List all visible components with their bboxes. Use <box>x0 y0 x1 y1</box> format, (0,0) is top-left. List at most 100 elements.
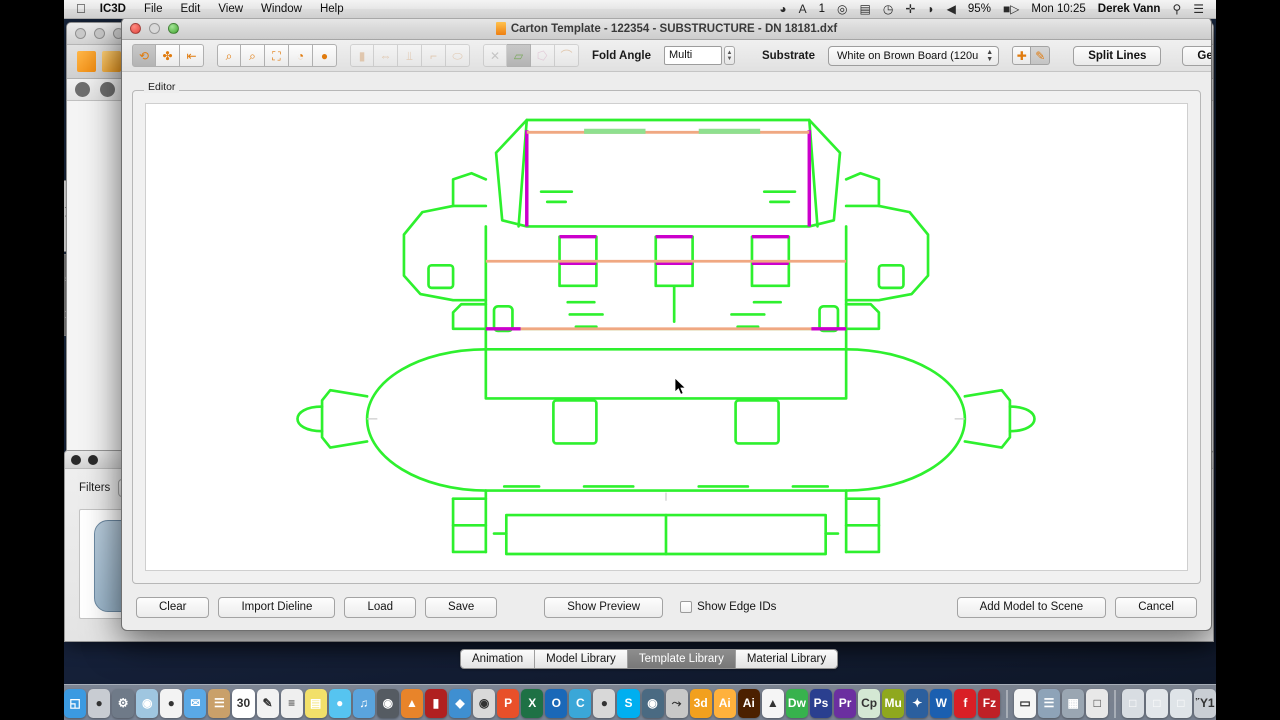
itunes-icon[interactable]: ♫ <box>352 689 375 718</box>
flash-icon[interactable]: f <box>954 689 977 718</box>
menu-item-window[interactable]: Window <box>252 0 311 18</box>
calendar-icon[interactable]: 30 <box>232 689 255 718</box>
filezilla-icon[interactable]: Fz <box>978 689 1001 718</box>
creative-cloud-icon[interactable]: ✦ <box>906 689 929 718</box>
zoom-out-icon[interactable]: ⌕ <box>241 44 265 67</box>
fold-angle-stepper[interactable]: ▲ ▼ <box>723 46 735 65</box>
prezi-icon[interactable]: P <box>497 689 520 718</box>
dieline-canvas[interactable] <box>145 103 1188 571</box>
dropbox-app-icon[interactable]: ◆ <box>449 689 472 718</box>
glue-flap-icon[interactable]: ⭔ <box>531 44 555 67</box>
window-thumb-4-icon[interactable]: □ <box>1169 689 1192 718</box>
apple-logo-icon[interactable]:  <box>72 1 94 17</box>
notes-icon[interactable]: ✎ <box>256 689 279 718</box>
premiere-icon[interactable]: Pr <box>834 689 857 718</box>
reminders-icon[interactable]: ≡ <box>280 689 303 718</box>
cut-line-icon[interactable]: ✕ <box>483 44 507 67</box>
main-close-button[interactable] <box>75 28 86 39</box>
save-button[interactable]: Save <box>425 596 498 618</box>
volume-icon[interactable]: ◀ <box>941 0 962 18</box>
tab-template-library[interactable]: Template Library <box>627 650 736 668</box>
main-minimize-button[interactable] <box>94 28 105 39</box>
displays-icon[interactable]: ✛ <box>899 0 921 18</box>
excel-icon[interactable]: X <box>521 689 544 718</box>
dreamweaver-icon[interactable]: Dw <box>785 689 808 718</box>
load-button[interactable]: Load <box>344 596 417 618</box>
sphere-view-icon[interactable]: ● <box>313 44 337 67</box>
ellipse-tool-icon[interactable]: ⬭ <box>446 44 470 67</box>
system-preferences-icon[interactable]: ⚙ <box>112 689 135 718</box>
stickies-icon[interactable]: ▤ <box>304 689 327 718</box>
tab-animation[interactable]: Animation <box>461 650 536 668</box>
sketch-icon[interactable]: ⤳ <box>665 689 688 718</box>
object-group-icon[interactable] <box>100 82 115 97</box>
add-substrate-icon[interactable]: ✚ <box>1012 46 1032 65</box>
generate-model-button[interactable]: Generate Model <box>1182 45 1211 66</box>
bleed-line-icon[interactable]: ⌒ <box>555 44 579 67</box>
safari-icon[interactable]: ◉ <box>136 689 159 718</box>
trash-icon[interactable]: Ὕ1 <box>1193 689 1216 718</box>
wifi-icon[interactable]: ◗ <box>921 0 940 18</box>
show-edge-ids-checkbox-group[interactable]: Show Edge IDs <box>680 601 776 613</box>
books-icon[interactable]: ▮ <box>424 689 448 718</box>
notification-center-icon[interactable]: ☰ <box>1187 0 1210 18</box>
menu-app-name[interactable]: IC3D <box>94 0 135 18</box>
fold-line-icon[interactable]: ▱ <box>507 44 531 67</box>
illustrator-icon[interactable]: Ai <box>713 689 736 718</box>
clock[interactable]: Mon 10:25 <box>1025 0 1091 18</box>
user-name[interactable]: Derek Vann <box>1092 0 1167 18</box>
show-preview-button[interactable]: Show Preview <box>544 596 664 618</box>
menu-item-edit[interactable]: Edit <box>171 0 209 18</box>
split-lines-button[interactable]: Split Lines <box>1073 45 1162 66</box>
keyboard-icon[interactable]: ▤ <box>854 0 877 18</box>
cinema4d-icon[interactable]: C <box>569 689 592 718</box>
finder-icon[interactable]: ◱ <box>64 689 87 718</box>
object-add-icon[interactable] <box>75 82 90 97</box>
template-panel-close-icon[interactable] <box>71 454 81 465</box>
search-icon[interactable]: ⚲ <box>1166 0 1187 18</box>
skype-icon[interactable]: S <box>617 689 640 718</box>
zoom-in-icon[interactable]: ⌕ <box>217 44 241 67</box>
tab-material-library[interactable]: Material Library <box>735 650 838 668</box>
menu-item-view[interactable]: View <box>209 0 252 18</box>
folder-downloads-icon[interactable]: ☰ <box>1038 689 1061 718</box>
dialog-titlebar[interactable]: Carton Template - 122354 - SUBSTRUCTURE … <box>122 18 1211 40</box>
arrow-select-icon[interactable]: ⟲ <box>132 44 156 67</box>
substrate-dropdown[interactable]: White on Brown Board (120u ▲ ▼ <box>828 45 1000 66</box>
timemachine-icon[interactable]: ◷ <box>877 0 899 18</box>
show-edge-ids-checkbox[interactable] <box>680 601 693 613</box>
mirror-horizontal-icon[interactable]: ⇔ <box>374 44 398 67</box>
fold-angle-input[interactable]: Multi <box>663 46 722 65</box>
window-thumb-2-icon[interactable]: □ <box>1121 689 1144 718</box>
muse-icon[interactable]: Mu <box>882 689 905 718</box>
open-folder-icon[interactable] <box>102 51 121 72</box>
dropbox-icon[interactable]: ◕ <box>773 0 792 18</box>
tab-model-library[interactable]: Model Library <box>535 650 628 668</box>
quicktime-icon[interactable]: ● <box>593 689 616 718</box>
battery-percent[interactable]: 95% <box>962 0 997 18</box>
add-model-to-scene-button[interactable]: Add Model to Scene <box>956 596 1107 618</box>
new-document-icon[interactable] <box>77 51 96 72</box>
contacts-icon[interactable]: ☰ <box>208 689 231 718</box>
delete-edge-icon[interactable]: ▮ <box>350 44 374 67</box>
document-icon[interactable]: ▭ <box>1013 689 1037 718</box>
chat-app-icon[interactable]: ◉ <box>473 689 496 718</box>
edit-substrate-icon[interactable]: ✎ <box>1031 46 1051 65</box>
snap-left-icon[interactable]: ⇤ <box>180 44 204 67</box>
chrome-icon[interactable]: ● <box>160 689 183 718</box>
menu-item-file[interactable]: File <box>135 0 172 18</box>
messages-icon[interactable]: ● <box>328 689 351 718</box>
template-panel-collapse-icon[interactable] <box>88 454 98 465</box>
vlc-icon[interactable]: ▲ <box>400 689 423 718</box>
ic3d-icon[interactable]: 3d <box>689 689 712 718</box>
quicktime-player-icon[interactable]: ◉ <box>641 689 664 718</box>
word-icon[interactable]: W <box>930 689 953 718</box>
outlook-icon[interactable]: O <box>545 689 568 718</box>
facetime-icon[interactable]: ◉ <box>376 689 399 718</box>
mirror-vertical-icon[interactable]: ⫫ <box>398 44 422 67</box>
adobe-cc-icon[interactable]: A <box>793 0 813 18</box>
cd-icon[interactable]: ◎ <box>831 0 853 18</box>
notification-count[interactable]: 1 <box>813 0 831 18</box>
mail-icon[interactable]: ✉ <box>184 689 207 718</box>
import-dieline-button[interactable]: Import Dieline <box>218 596 336 618</box>
